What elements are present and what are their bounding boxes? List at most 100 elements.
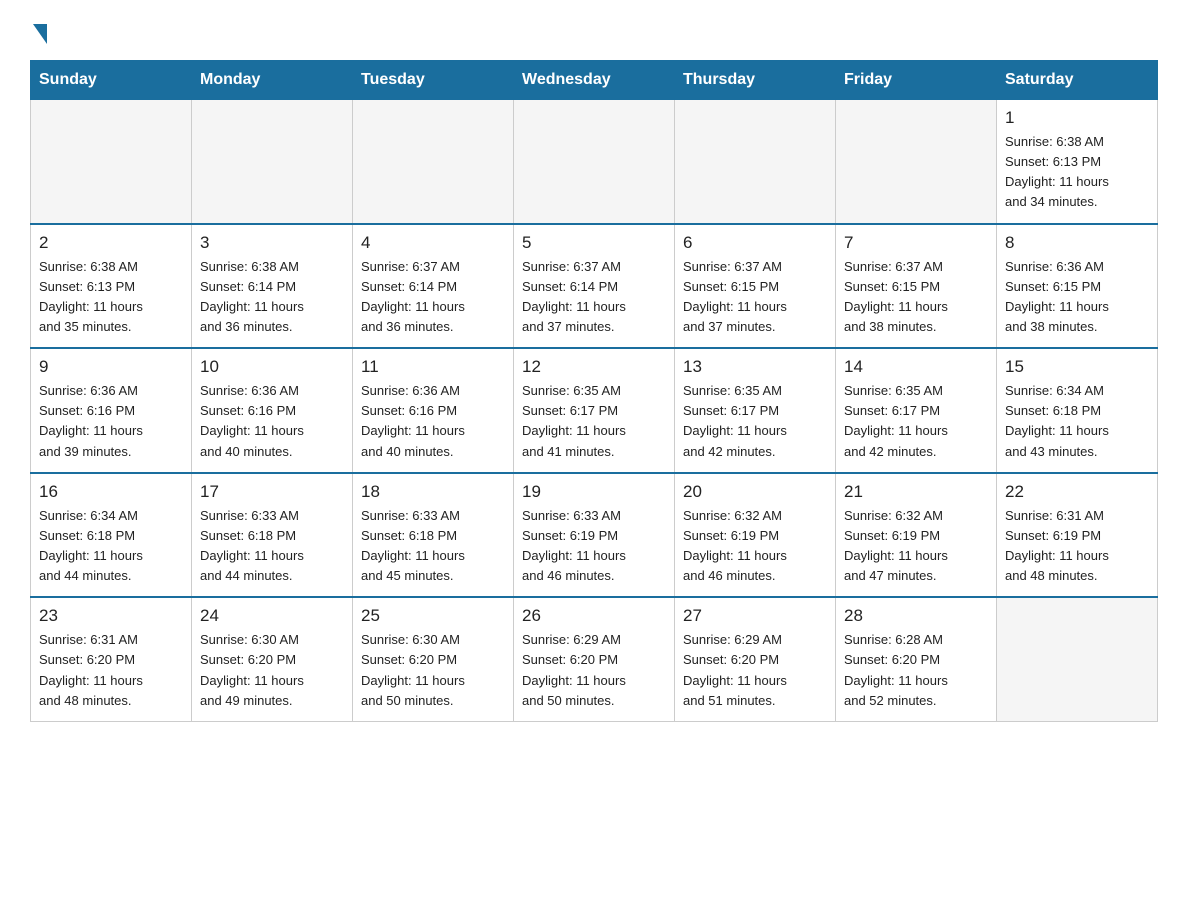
day-number: 25 [361,606,505,626]
day-number: 7 [844,233,988,253]
day-number: 17 [200,482,344,502]
day-info: Sunrise: 6:34 AM Sunset: 6:18 PM Dayligh… [39,506,183,587]
calendar-week-row: 23 Sunrise: 6:31 AM Sunset: 6:20 PM Dayli… [31,597,1158,721]
day-number: 8 [1005,233,1149,253]
calendar-cell: 2Sunrise: 6:38 AM Sunset: 6:13 PM Daylig… [31,224,192,349]
day-number: 23 [39,606,183,626]
day-info: Sunrise: 6:29 AM Sunset: 6:20 PM Dayligh… [683,630,827,711]
day-number: 28 [844,606,988,626]
col-header-sunday: Sunday [31,61,192,100]
calendar-cell: 23 Sunrise: 6:31 AM Sunset: 6:20 PM Dayli… [31,597,192,721]
day-number: 20 [683,482,827,502]
calendar-cell: 25 Sunrise: 6:30 AM Sunset: 6:20 PM Dayli… [353,597,514,721]
day-info: Sunrise: 6:30 AM Sunset: 6:20 PM Dayligh… [200,630,344,711]
calendar-cell: 27 Sunrise: 6:29 AM Sunset: 6:20 PM Dayli… [675,597,836,721]
day-number: 14 [844,357,988,377]
day-info: Sunrise: 6:34 AM Sunset: 6:18 PM Dayligh… [1005,381,1149,462]
day-info: Sunrise: 6:37 AM Sunset: 6:15 PM Dayligh… [844,257,988,338]
day-number: 27 [683,606,827,626]
calendar-cell: 22Sunrise: 6:31 AM Sunset: 6:19 PM Dayli… [997,473,1158,598]
day-number: 15 [1005,357,1149,377]
day-info: Sunrise: 6:32 AM Sunset: 6:19 PM Dayligh… [683,506,827,587]
calendar-cell [353,100,514,224]
day-number: 26 [522,606,666,626]
day-info: Sunrise: 6:37 AM Sunset: 6:14 PM Dayligh… [361,257,505,338]
page-header [30,20,1158,42]
calendar-cell: 3 Sunrise: 6:38 AM Sunset: 6:14 PM Daylig… [192,224,353,349]
calendar-cell: 4Sunrise: 6:37 AM Sunset: 6:14 PM Daylig… [353,224,514,349]
calendar-cell: 8 Sunrise: 6:36 AM Sunset: 6:15 PM Daylig… [997,224,1158,349]
day-number: 21 [844,482,988,502]
calendar-cell: 26 Sunrise: 6:29 AM Sunset: 6:20 PM Dayli… [514,597,675,721]
day-info: Sunrise: 6:37 AM Sunset: 6:14 PM Dayligh… [522,257,666,338]
day-info: Sunrise: 6:30 AM Sunset: 6:20 PM Dayligh… [361,630,505,711]
day-info: Sunrise: 6:38 AM Sunset: 6:13 PM Dayligh… [39,257,183,338]
day-info: Sunrise: 6:36 AM Sunset: 6:16 PM Dayligh… [361,381,505,462]
day-number: 12 [522,357,666,377]
logo [30,20,47,42]
calendar-cell: 10 Sunrise: 6:36 AM Sunset: 6:16 PM Dayli… [192,348,353,473]
day-number: 16 [39,482,183,502]
calendar-cell: 13Sunrise: 6:35 AM Sunset: 6:17 PM Dayli… [675,348,836,473]
calendar-cell: 18 Sunrise: 6:33 AM Sunset: 6:18 PM Dayli… [353,473,514,598]
calendar-cell: 28Sunrise: 6:28 AM Sunset: 6:20 PM Dayli… [836,597,997,721]
day-number: 18 [361,482,505,502]
calendar-cell: 15 Sunrise: 6:34 AM Sunset: 6:18 PM Dayli… [997,348,1158,473]
day-info: Sunrise: 6:35 AM Sunset: 6:17 PM Dayligh… [522,381,666,462]
calendar-table: SundayMondayTuesdayWednesdayThursdayFrid… [30,60,1158,722]
logo-arrow-icon [33,24,47,44]
calendar-cell: 20 Sunrise: 6:32 AM Sunset: 6:19 PM Dayli… [675,473,836,598]
day-number: 9 [39,357,183,377]
col-header-thursday: Thursday [675,61,836,100]
calendar-week-row: 2Sunrise: 6:38 AM Sunset: 6:13 PM Daylig… [31,224,1158,349]
calendar-week-row: 9 Sunrise: 6:36 AM Sunset: 6:16 PM Daylig… [31,348,1158,473]
col-header-saturday: Saturday [997,61,1158,100]
calendar-cell: 21Sunrise: 6:32 AM Sunset: 6:19 PM Dayli… [836,473,997,598]
col-header-wednesday: Wednesday [514,61,675,100]
calendar-week-row: 1 Sunrise: 6:38 AM Sunset: 6:13 PM Daylig… [31,100,1158,224]
day-number: 1 [1005,108,1149,128]
calendar-cell [514,100,675,224]
day-info: Sunrise: 6:38 AM Sunset: 6:13 PM Dayligh… [1005,132,1149,213]
col-header-friday: Friday [836,61,997,100]
day-info: Sunrise: 6:33 AM Sunset: 6:18 PM Dayligh… [361,506,505,587]
day-info: Sunrise: 6:31 AM Sunset: 6:20 PM Dayligh… [39,630,183,711]
calendar-cell: 11 Sunrise: 6:36 AM Sunset: 6:16 PM Dayli… [353,348,514,473]
day-info: Sunrise: 6:33 AM Sunset: 6:19 PM Dayligh… [522,506,666,587]
day-info: Sunrise: 6:29 AM Sunset: 6:20 PM Dayligh… [522,630,666,711]
calendar-cell: 7 Sunrise: 6:37 AM Sunset: 6:15 PM Daylig… [836,224,997,349]
calendar-cell: 17 Sunrise: 6:33 AM Sunset: 6:18 PM Dayli… [192,473,353,598]
day-number: 19 [522,482,666,502]
day-info: Sunrise: 6:36 AM Sunset: 6:16 PM Dayligh… [200,381,344,462]
calendar-cell: 5 Sunrise: 6:37 AM Sunset: 6:14 PM Daylig… [514,224,675,349]
day-info: Sunrise: 6:31 AM Sunset: 6:19 PM Dayligh… [1005,506,1149,587]
day-info: Sunrise: 6:36 AM Sunset: 6:16 PM Dayligh… [39,381,183,462]
day-info: Sunrise: 6:36 AM Sunset: 6:15 PM Dayligh… [1005,257,1149,338]
calendar-cell: 12 Sunrise: 6:35 AM Sunset: 6:17 PM Dayli… [514,348,675,473]
calendar-week-row: 16 Sunrise: 6:34 AM Sunset: 6:18 PM Dayli… [31,473,1158,598]
day-number: 5 [522,233,666,253]
calendar-cell [836,100,997,224]
day-info: Sunrise: 6:33 AM Sunset: 6:18 PM Dayligh… [200,506,344,587]
calendar-cell: 16 Sunrise: 6:34 AM Sunset: 6:18 PM Dayli… [31,473,192,598]
day-number: 6 [683,233,827,253]
col-header-monday: Monday [192,61,353,100]
calendar-header-row: SundayMondayTuesdayWednesdayThursdayFrid… [31,61,1158,100]
calendar-cell: 9 Sunrise: 6:36 AM Sunset: 6:16 PM Daylig… [31,348,192,473]
day-info: Sunrise: 6:37 AM Sunset: 6:15 PM Dayligh… [683,257,827,338]
calendar-cell [192,100,353,224]
day-number: 24 [200,606,344,626]
calendar-cell: 6 Sunrise: 6:37 AM Sunset: 6:15 PM Daylig… [675,224,836,349]
day-number: 3 [200,233,344,253]
day-info: Sunrise: 6:35 AM Sunset: 6:17 PM Dayligh… [683,381,827,462]
calendar-cell: 19 Sunrise: 6:33 AM Sunset: 6:19 PM Dayli… [514,473,675,598]
calendar-cell: 14Sunrise: 6:35 AM Sunset: 6:17 PM Dayli… [836,348,997,473]
calendar-cell [675,100,836,224]
day-info: Sunrise: 6:38 AM Sunset: 6:14 PM Dayligh… [200,257,344,338]
calendar-cell: 1 Sunrise: 6:38 AM Sunset: 6:13 PM Daylig… [997,100,1158,224]
calendar-cell [31,100,192,224]
day-number: 11 [361,357,505,377]
col-header-tuesday: Tuesday [353,61,514,100]
calendar-cell [997,597,1158,721]
day-number: 10 [200,357,344,377]
